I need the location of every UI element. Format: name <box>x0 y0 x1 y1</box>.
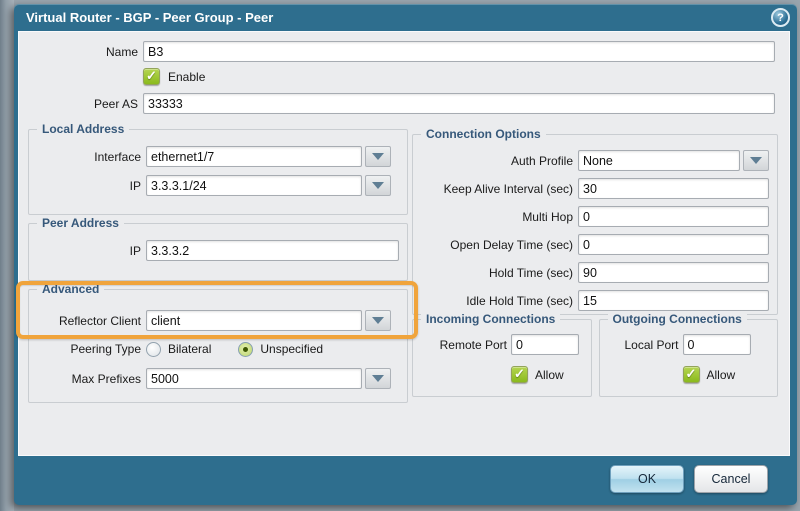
advanced-section: Advanced Reflector Client Peering Type B… <box>28 289 408 403</box>
incoming-connections-section: Incoming Connections Remote Port Allow <box>412 319 592 397</box>
multi-hop-label: Multi Hop <box>413 210 573 224</box>
name-label: Name <box>18 45 138 59</box>
connection-options-section: Connection Options Auth Profile Keep Ali… <box>412 134 778 315</box>
dialog-titlebar: Virtual Router - BGP - Peer Group - Peer… <box>14 4 797 31</box>
incoming-connections-legend: Incoming Connections <box>421 312 560 326</box>
local-port-label: Local Port <box>604 338 679 352</box>
peering-type-bilateral-radio[interactable] <box>146 342 161 357</box>
advanced-legend: Advanced <box>37 282 104 296</box>
help-icon[interactable]: ? <box>771 8 790 27</box>
right-column: Connection Options Auth Profile Keep Ali… <box>412 129 778 397</box>
local-address-legend: Local Address <box>37 122 129 136</box>
dialog-title: Virtual Router - BGP - Peer Group - Peer <box>26 10 273 25</box>
enable-checkbox[interactable] <box>143 68 160 85</box>
idle-hold-time-label: Idle Hold Time (sec) <box>413 294 573 308</box>
cancel-button[interactable]: Cancel <box>694 465 768 493</box>
chevron-down-icon <box>372 375 384 382</box>
peer-address-section: Peer Address IP <box>28 223 408 281</box>
chevron-down-icon <box>372 317 384 324</box>
auth-profile-label: Auth Profile <box>413 154 573 168</box>
interface-dropdown-button[interactable] <box>365 146 391 167</box>
interface-label: Interface <box>29 150 141 164</box>
peer-dialog: Virtual Router - BGP - Peer Group - Peer… <box>14 4 797 505</box>
chevron-down-icon <box>372 153 384 160</box>
local-ip-label: IP <box>29 179 141 193</box>
max-prefixes-label: Max Prefixes <box>29 372 141 386</box>
local-ip-dropdown[interactable] <box>146 175 362 196</box>
chevron-down-icon <box>750 157 762 164</box>
local-port-input[interactable] <box>683 334 751 355</box>
chevron-down-icon <box>372 182 384 189</box>
idle-hold-time-input[interactable] <box>578 290 769 311</box>
hold-time-input[interactable] <box>578 262 769 283</box>
max-prefixes-dropdown-button[interactable] <box>365 368 391 389</box>
ok-button[interactable]: OK <box>610 465 684 493</box>
reflector-client-dropdown-button[interactable] <box>365 310 391 331</box>
remote-port-label: Remote Port <box>417 338 507 352</box>
enable-label: Enable <box>168 70 205 84</box>
local-ip-dropdown-button[interactable] <box>365 175 391 196</box>
incoming-allow-label: Allow <box>535 368 564 382</box>
keep-alive-interval-label: Keep Alive Interval (sec) <box>413 182 573 196</box>
left-column: Local Address Interface IP Peer Address <box>28 129 408 403</box>
auth-profile-dropdown[interactable] <box>578 150 740 171</box>
peer-ip-label: IP <box>29 244 141 258</box>
dialog-footer: OK Cancel <box>14 456 797 505</box>
peer-ip-input[interactable] <box>146 240 399 261</box>
hold-time-label: Hold Time (sec) <box>413 266 573 280</box>
max-prefixes-dropdown[interactable] <box>146 368 362 389</box>
connection-options-legend: Connection Options <box>421 127 546 141</box>
keep-alive-interval-input[interactable] <box>578 178 769 199</box>
local-address-section: Local Address Interface IP <box>28 129 408 215</box>
peer-as-input[interactable] <box>143 93 775 114</box>
incoming-allow-checkbox[interactable] <box>511 366 528 383</box>
peering-type-bilateral-label: Bilateral <box>168 342 211 356</box>
peering-type-unspecified-label: Unspecified <box>260 342 323 356</box>
peer-as-label: Peer AS <box>18 97 138 111</box>
name-input[interactable] <box>143 41 775 62</box>
reflector-client-label: Reflector Client <box>29 314 141 328</box>
outgoing-connections-section: Outgoing Connections Local Port Allow <box>599 319 779 397</box>
peering-type-label: Peering Type <box>29 342 141 356</box>
peer-address-legend: Peer Address <box>37 216 124 230</box>
dialog-body: Name Enable Peer AS Local Address Interf… <box>18 31 790 456</box>
outgoing-allow-checkbox[interactable] <box>683 366 700 383</box>
auth-profile-dropdown-button[interactable] <box>743 150 769 171</box>
open-delay-time-label: Open Delay Time (sec) <box>413 238 573 252</box>
open-delay-time-input[interactable] <box>578 234 769 255</box>
outgoing-allow-label: Allow <box>707 368 736 382</box>
outgoing-connections-legend: Outgoing Connections <box>608 312 747 326</box>
remote-port-input[interactable] <box>511 334 579 355</box>
reflector-client-dropdown[interactable] <box>146 310 362 331</box>
interface-dropdown[interactable] <box>146 146 362 167</box>
multi-hop-input[interactable] <box>578 206 769 227</box>
peering-type-unspecified-radio[interactable] <box>238 342 253 357</box>
